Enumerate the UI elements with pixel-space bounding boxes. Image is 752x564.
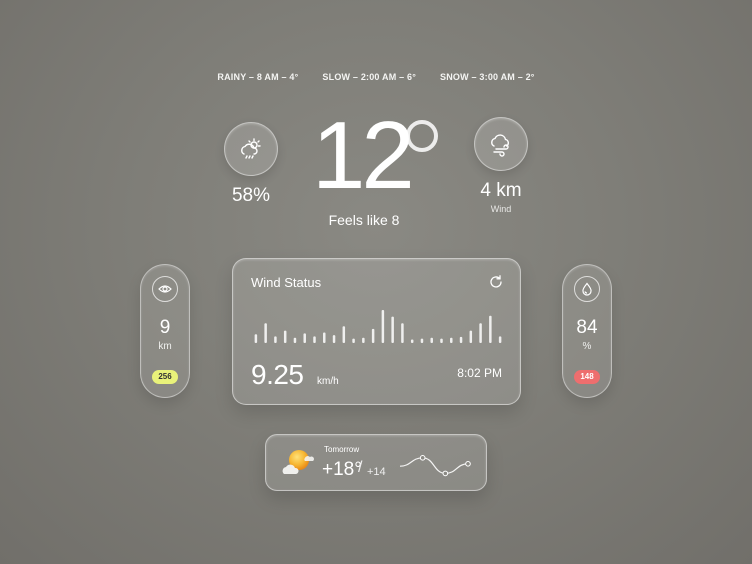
wind-bar	[459, 336, 463, 343]
wind-label: Wind	[490, 204, 512, 214]
precipitation-button[interactable]	[224, 122, 278, 176]
forecast-strip: RAINY – 8 AM – 4° SLOW – 2:00 AM – 6° SN…	[0, 72, 752, 82]
wind-bar	[381, 310, 385, 343]
wind-status-title: Wind Status	[251, 275, 322, 290]
droplet-icon	[582, 282, 592, 296]
wind-bar	[264, 323, 267, 343]
wind-bar	[313, 336, 316, 343]
wind-bar	[430, 337, 433, 343]
wind-bar	[450, 337, 453, 343]
precipitation-value: 58%	[231, 185, 271, 206]
visibility-unit: km	[158, 341, 172, 352]
wind-distance: 4 km	[480, 180, 522, 201]
visibility-value: 9	[159, 317, 171, 338]
forecast-item-slow[interactable]: SLOW – 2:00 AM – 6°	[322, 72, 416, 82]
droplet-icon-ring	[574, 276, 600, 302]
wind-bar	[323, 332, 326, 343]
wind-speed-value: 9.25	[251, 359, 304, 390]
wind-bar	[303, 333, 306, 343]
humidity-badge: 148	[574, 370, 600, 384]
wind-bar	[420, 338, 424, 343]
humidity-value: 84	[576, 317, 598, 338]
wind-bars-chart	[254, 310, 502, 343]
tomorrow-low-temp: +14	[367, 466, 386, 478]
wind-bar	[498, 336, 502, 343]
wind-bar	[391, 316, 394, 343]
wind-bar	[489, 315, 492, 343]
trend-point	[465, 461, 471, 467]
forecast-item-snow[interactable]: SNOW – 3:00 AM – 2°	[440, 72, 535, 82]
trend-line	[399, 457, 469, 475]
wind-button[interactable]	[474, 117, 528, 171]
feels-like: Feels like 8	[328, 212, 400, 228]
refresh-icon[interactable]	[488, 274, 504, 290]
wind-bar	[293, 337, 297, 343]
tomorrow-card[interactable]: Tomorrow +18° / +14	[265, 434, 487, 491]
cloud-sun-rain-icon	[241, 138, 261, 159]
tomorrow-high-temp: +18°	[322, 459, 362, 480]
forecast-item-rainy[interactable]: RAINY – 8 AM – 4°	[217, 72, 298, 82]
wind-bar	[479, 323, 482, 343]
sun-cloud-icon	[282, 450, 314, 474]
trend-point	[442, 470, 449, 477]
wind-bar	[440, 338, 443, 343]
current-temperature: 12	[312, 102, 415, 209]
trend-point	[419, 455, 426, 461]
wind-status-card: Wind Status 9.25 km/h 8:02 PM	[232, 258, 521, 405]
wind-bar	[332, 335, 336, 343]
eye-icon	[158, 285, 172, 293]
visibility-badge: 256	[152, 370, 178, 384]
wind-bar	[274, 336, 277, 343]
degree-symbol	[406, 120, 438, 152]
wind-bar	[410, 339, 414, 343]
wind-bar	[342, 326, 346, 343]
wind-bar	[362, 337, 365, 343]
wind-status-time: 8:02 PM	[457, 366, 502, 380]
wind-bar	[283, 330, 287, 343]
cloud-wind-icon	[491, 134, 509, 157]
tomorrow-label: Tomorrow	[324, 445, 360, 454]
wind-speed-unit: km/h	[317, 376, 339, 387]
wind-bar	[469, 330, 473, 343]
humidity-card[interactable]: 84 % 148	[562, 264, 612, 398]
wind-bar	[352, 338, 355, 343]
wind-bar	[371, 328, 375, 343]
wind-bar	[254, 334, 258, 343]
visibility-card[interactable]: 9 km 256	[140, 264, 190, 398]
tomorrow-separator: /	[358, 459, 363, 476]
wind-bar	[401, 323, 404, 343]
humidity-unit: %	[582, 341, 592, 352]
eye-icon-ring	[152, 276, 178, 302]
tomorrow-trend-curve	[399, 455, 471, 477]
